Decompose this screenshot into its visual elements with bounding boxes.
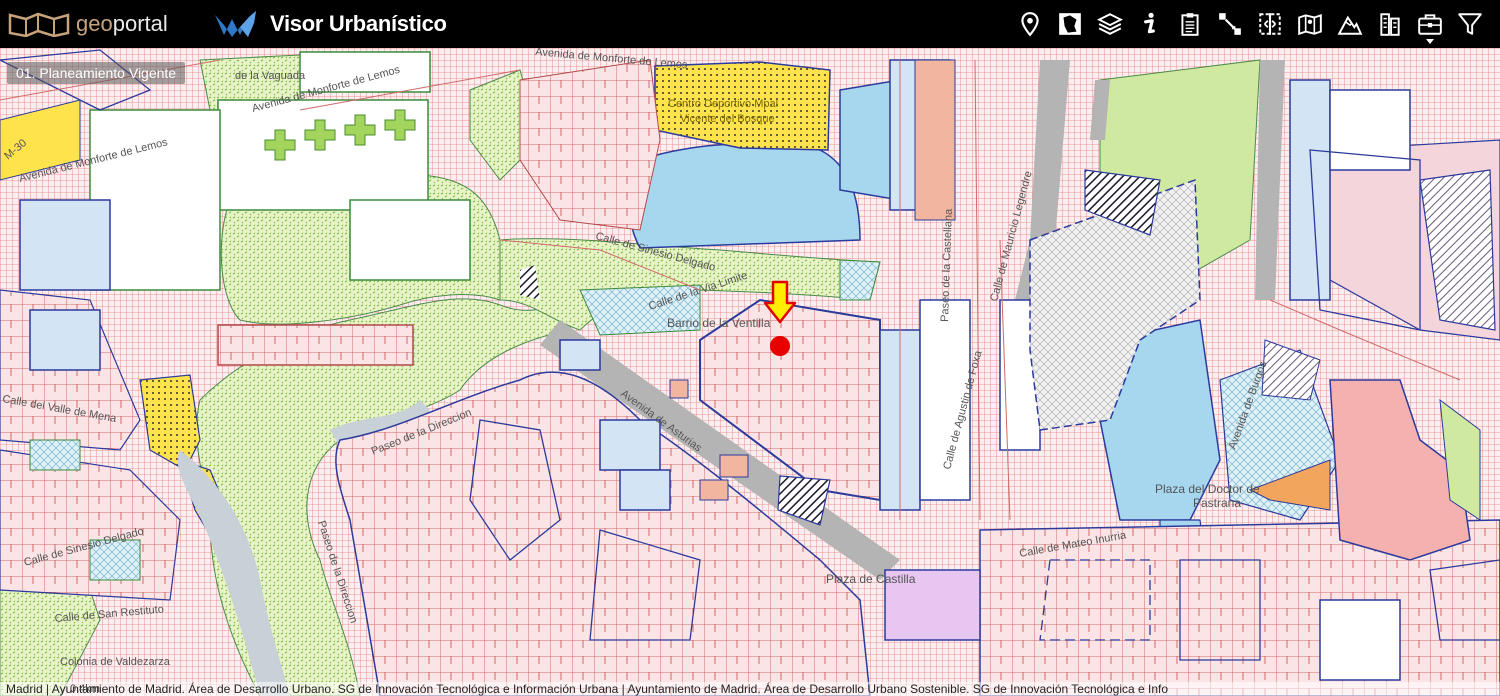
measure-arrows-icon [1219,13,1241,35]
brand-portal-text: portal [112,11,168,36]
briefcase-button[interactable] [1410,6,1450,44]
map-book-button[interactable] [1290,6,1330,42]
filter-button[interactable] [1450,6,1490,42]
region-map-icon [1059,13,1081,35]
info-button[interactable] [1130,6,1170,42]
terrain-button[interactable] [1330,6,1370,42]
label-plaza-pinazo-1: Plaza del Doctor de [1155,482,1260,496]
building-button[interactable] [1370,6,1410,42]
label-centro-deportivo-1: Centro Deportivo Mpal [668,98,778,110]
label-centro-deportivo-2: Vicente del Bosque [680,113,775,125]
label-plaza-castilla: Plaza de Castilla [826,572,916,586]
scale-bar-label: 0.4km [70,683,100,695]
label-plaza-pinazo-2: Pastrana [1193,496,1241,510]
measure-button[interactable] [1210,6,1250,42]
info-icon [1144,12,1155,34]
filter-icon [1458,13,1482,35]
chevron-down-icon [1426,39,1434,44]
layers-button[interactable] [1090,6,1130,42]
visor-urbanistico-logo-icon [215,11,256,37]
label-barrio-ventilla: Barrio de la Ventilla [667,316,771,330]
toolbar [1010,6,1490,44]
geoportal-logo[interactable]: geoportal [8,8,168,40]
compare-split-button[interactable] [1250,6,1290,42]
urban-plan-map: Centro Deportivo Mpal Vicente del Bosque… [0,48,1500,696]
attribution-bar: Madrid | Ayuntamiento de Madrid. Área de… [0,682,1500,696]
map-book-logo-icon [8,12,70,37]
active-layer-label[interactable]: 01. Planeamiento Vigente [7,62,186,84]
region-map-button[interactable] [1050,6,1090,42]
location-dot-icon [770,336,790,356]
map-canvas[interactable]: Centro Deportivo Mpal Vicente del Bosque… [0,48,1500,696]
top-bar: geoportal Visor Urbanístico [0,0,1500,48]
clipboard-icon [1181,13,1199,36]
briefcase-icon [1418,14,1442,35]
clipboard-button[interactable] [1170,6,1210,42]
compare-split-icon [1259,13,1281,35]
map-book-icon [1298,13,1322,36]
building-icon [1380,13,1400,36]
attribution-text: Madrid | Ayuntamiento de Madrid. Área de… [6,682,1169,696]
visor-logo[interactable]: Visor Urbanístico [214,8,447,40]
layers-icon [1097,13,1123,35]
label-la-vaguada: de la Vaguada [235,70,306,82]
location-pin-icon [1021,12,1039,37]
label-colonia-valdezarza: Colonia de Valdezarza [60,656,171,668]
terrain-icon [1337,15,1363,35]
app-title: Visor Urbanístico [270,11,447,36]
location-pin-button[interactable] [1010,6,1050,42]
brand-geo-text: geo [76,11,113,36]
